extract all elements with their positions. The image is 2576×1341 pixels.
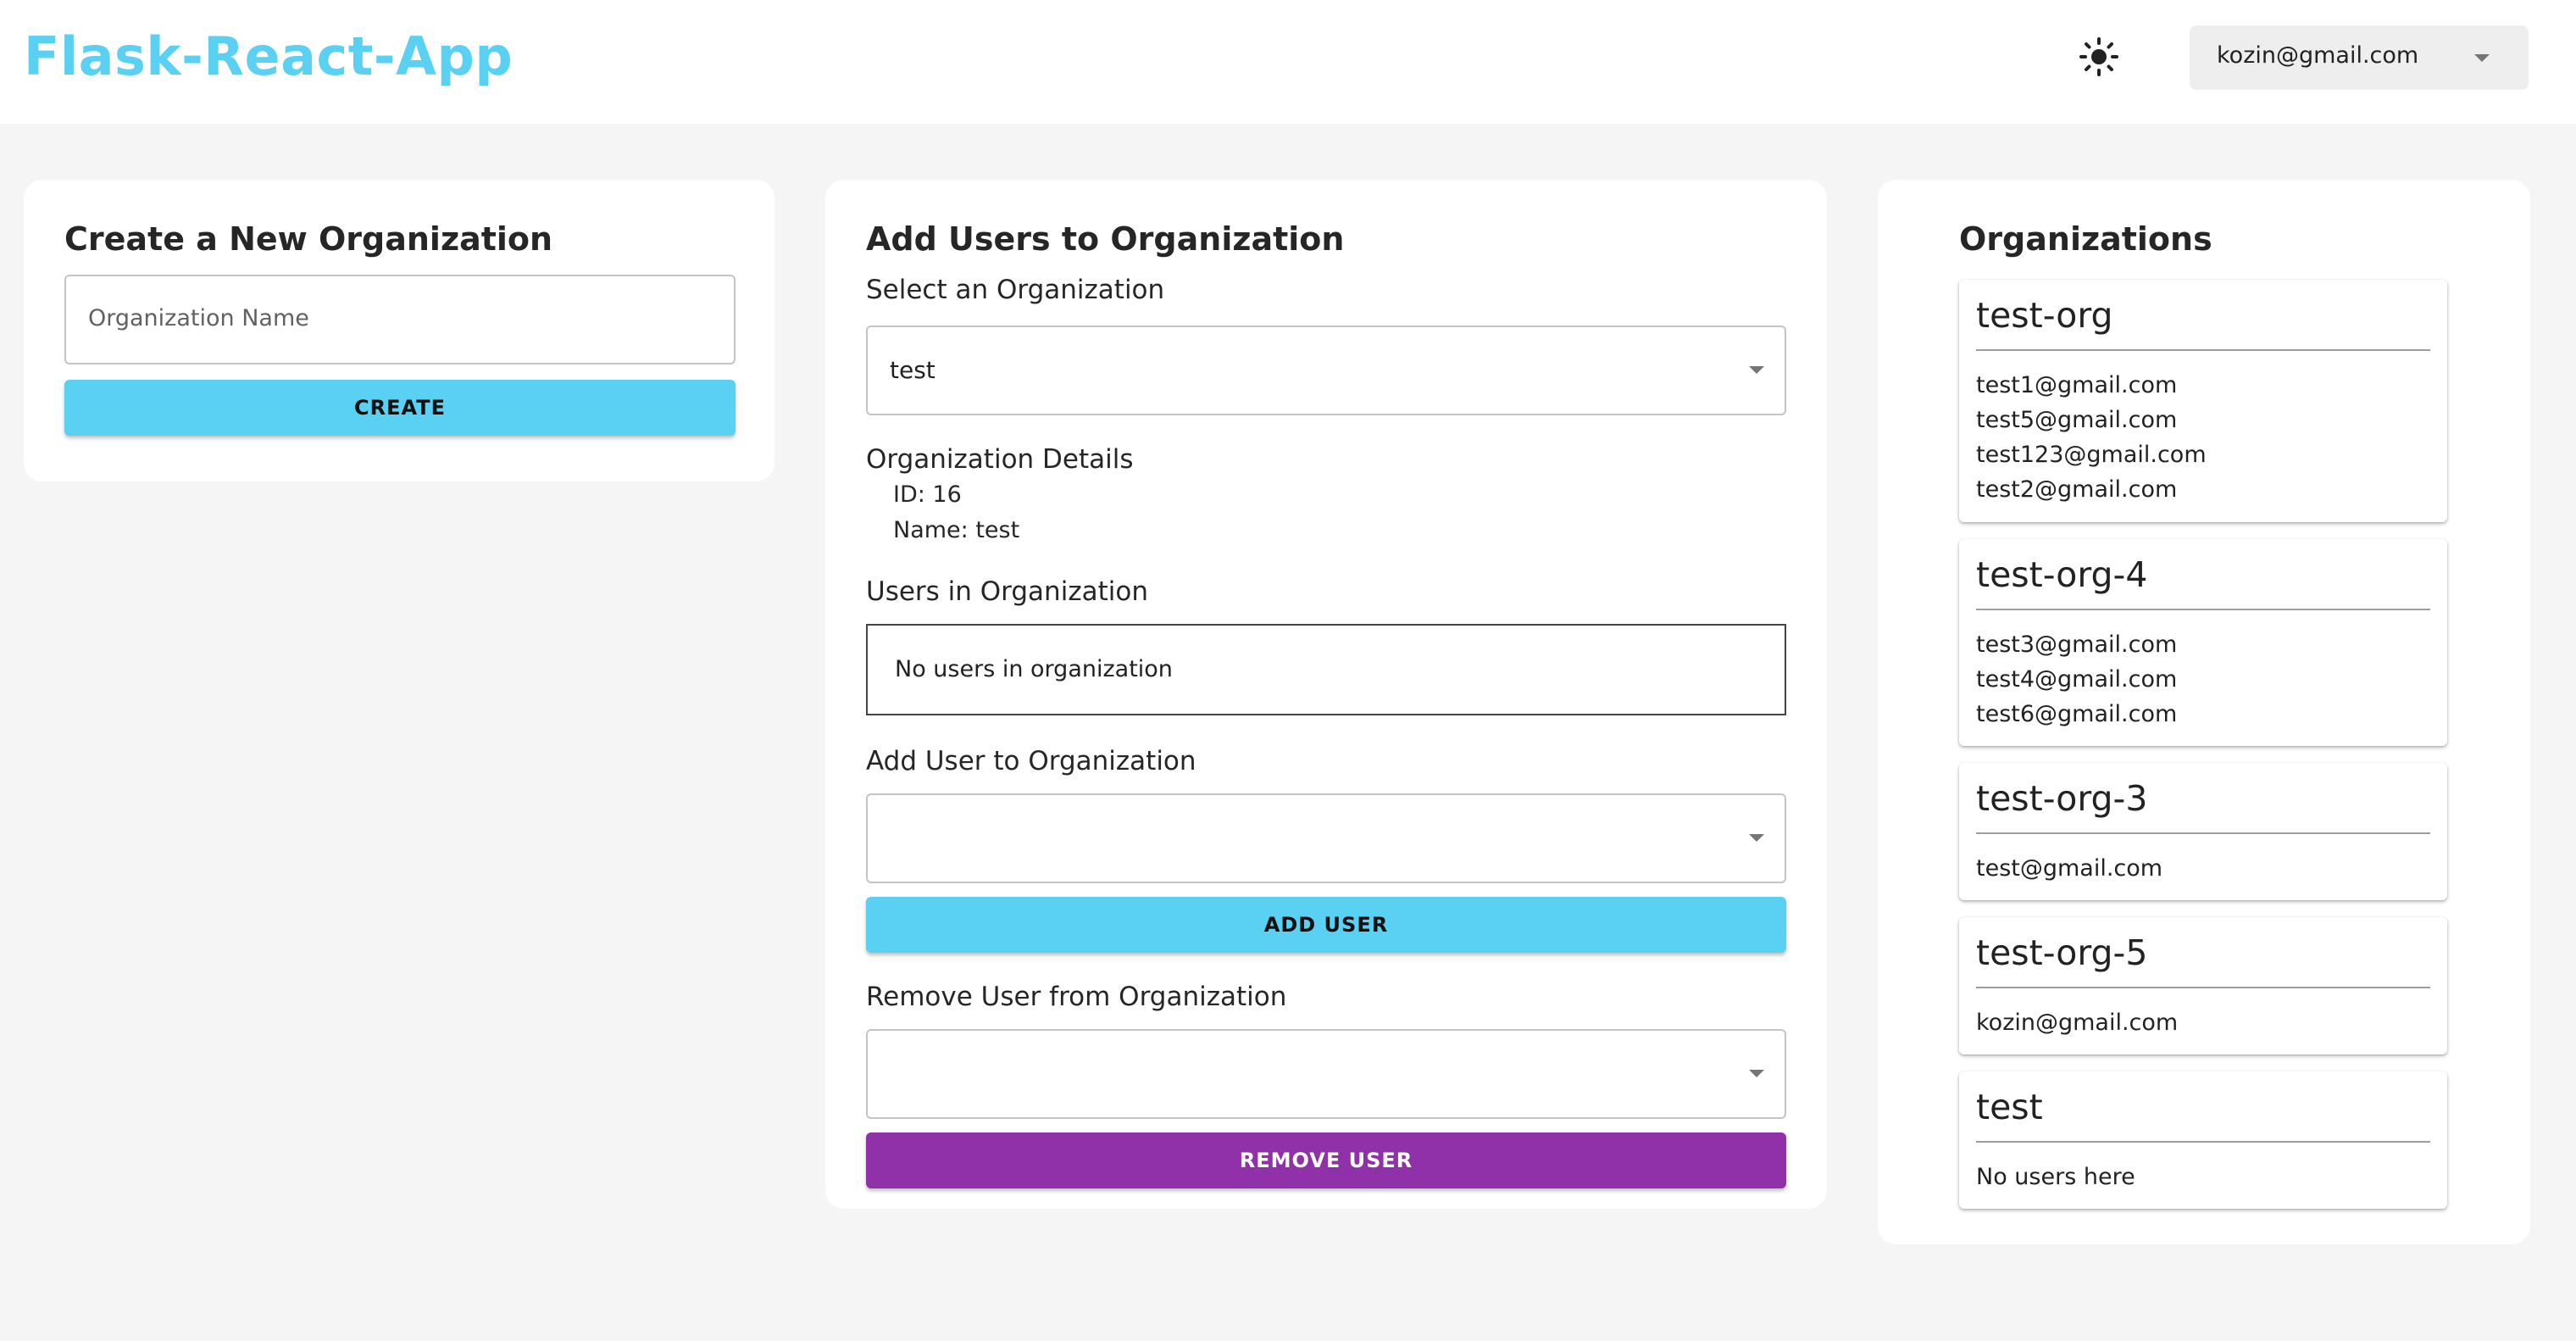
remove-user-label: Remove User from Organization (866, 982, 1287, 1012)
chevron-down-icon (1749, 366, 1764, 374)
selected-organization-value: test (890, 356, 935, 384)
sun-icon (2079, 37, 2118, 76)
organization-user-list: No users here (1976, 1160, 2135, 1194)
app-bar: Flask-React-App kozin@gmail.com (0, 0, 2576, 124)
remove-user-select[interactable] (866, 1029, 1786, 1119)
organization-card[interactable]: test No users here (1959, 1071, 2447, 1209)
divider (1976, 1141, 2430, 1143)
organization-user-list: test1@gmail.com test5@gmail.com test123@… (1976, 368, 2207, 507)
chevron-down-icon (1749, 834, 1764, 842)
divider (1976, 349, 2430, 351)
chevron-down-icon (1749, 1070, 1764, 1077)
organization-user-email: kozin@gmail.com (1976, 1010, 2179, 1036)
organization-name: test-org-4 (1976, 554, 2148, 595)
organization-user-email: test4@gmail.com (1976, 666, 2178, 693)
organization-detail-name: Name: test (893, 517, 1020, 543)
organization-user-email: test@gmail.com (1976, 855, 2163, 882)
divider (1976, 832, 2430, 834)
add-users-card: Add Users to Organization Select an Orga… (825, 180, 1827, 1209)
create-button[interactable]: CREATE (64, 380, 736, 436)
organization-user-email: test6@gmail.com (1976, 701, 2178, 727)
organization-user-list: test@gmail.com (1976, 851, 2162, 886)
select-organization-label: Select an Organization (866, 275, 1165, 305)
organization-user-list: kozin@gmail.com (1976, 1005, 2178, 1040)
organization-card[interactable]: test-org-5 kozin@gmail.com (1959, 917, 2447, 1054)
organization-user-email: test2@gmail.com (1976, 476, 2178, 503)
app-title[interactable]: Flask-React-App (24, 25, 513, 87)
organizations-title: Organizations (1959, 220, 2212, 258)
theme-toggle-button[interactable] (2071, 29, 2127, 85)
user-account-select[interactable]: kozin@gmail.com (2190, 25, 2529, 90)
add-user-button[interactable]: ADD USER (866, 897, 1786, 953)
organization-name-placeholder: Organization Name (88, 305, 309, 331)
organization-name: test-org-5 (1976, 932, 2148, 973)
organization-user-email: test3@gmail.com (1976, 632, 2178, 658)
organization-details-label: Organization Details (866, 444, 1134, 475)
organization-card[interactable]: test-org-4 test3@gmail.com test4@gmail.c… (1959, 539, 2447, 746)
organization-card[interactable]: test-org test1@gmail.com test5@gmail.com… (1959, 280, 2447, 522)
add-user-label: Add User to Organization (866, 746, 1196, 776)
add-user-select[interactable] (866, 793, 1786, 883)
organization-name: test-org-3 (1976, 778, 2148, 819)
organization-user-email: test1@gmail.com (1976, 372, 2178, 398)
current-user-email: kozin@gmail.com (2217, 42, 2419, 69)
divider (1976, 987, 2430, 988)
users-in-organization-list: No users in organization (866, 624, 1786, 715)
organization-user-list: test3@gmail.com test4@gmail.com test6@gm… (1976, 627, 2177, 732)
organization-detail-id: ID: 16 (893, 481, 962, 508)
users-in-organization-label: Users in Organization (866, 576, 1148, 607)
chevron-down-icon (2474, 54, 2490, 62)
no-users-message: No users here (1976, 1164, 2135, 1190)
organization-user-email: test5@gmail.com (1976, 407, 2178, 433)
create-organization-card: Create a New Organization Organization N… (24, 180, 774, 481)
organization-name: test-org (1976, 295, 2113, 336)
divider (1976, 609, 2430, 610)
create-organization-title: Create a New Organization (64, 220, 553, 258)
organization-user-email: test123@gmail.com (1976, 442, 2207, 468)
add-users-title: Add Users to Organization (866, 220, 1345, 258)
no-users-message: No users in organization (895, 656, 1173, 682)
organization-card[interactable]: test-org-3 test@gmail.com (1959, 763, 2447, 900)
remove-user-button[interactable]: REMOVE USER (866, 1132, 1786, 1188)
organization-select[interactable]: test (866, 326, 1786, 415)
organization-name: test (1976, 1087, 2043, 1127)
organization-name-input[interactable]: Organization Name (64, 275, 736, 364)
